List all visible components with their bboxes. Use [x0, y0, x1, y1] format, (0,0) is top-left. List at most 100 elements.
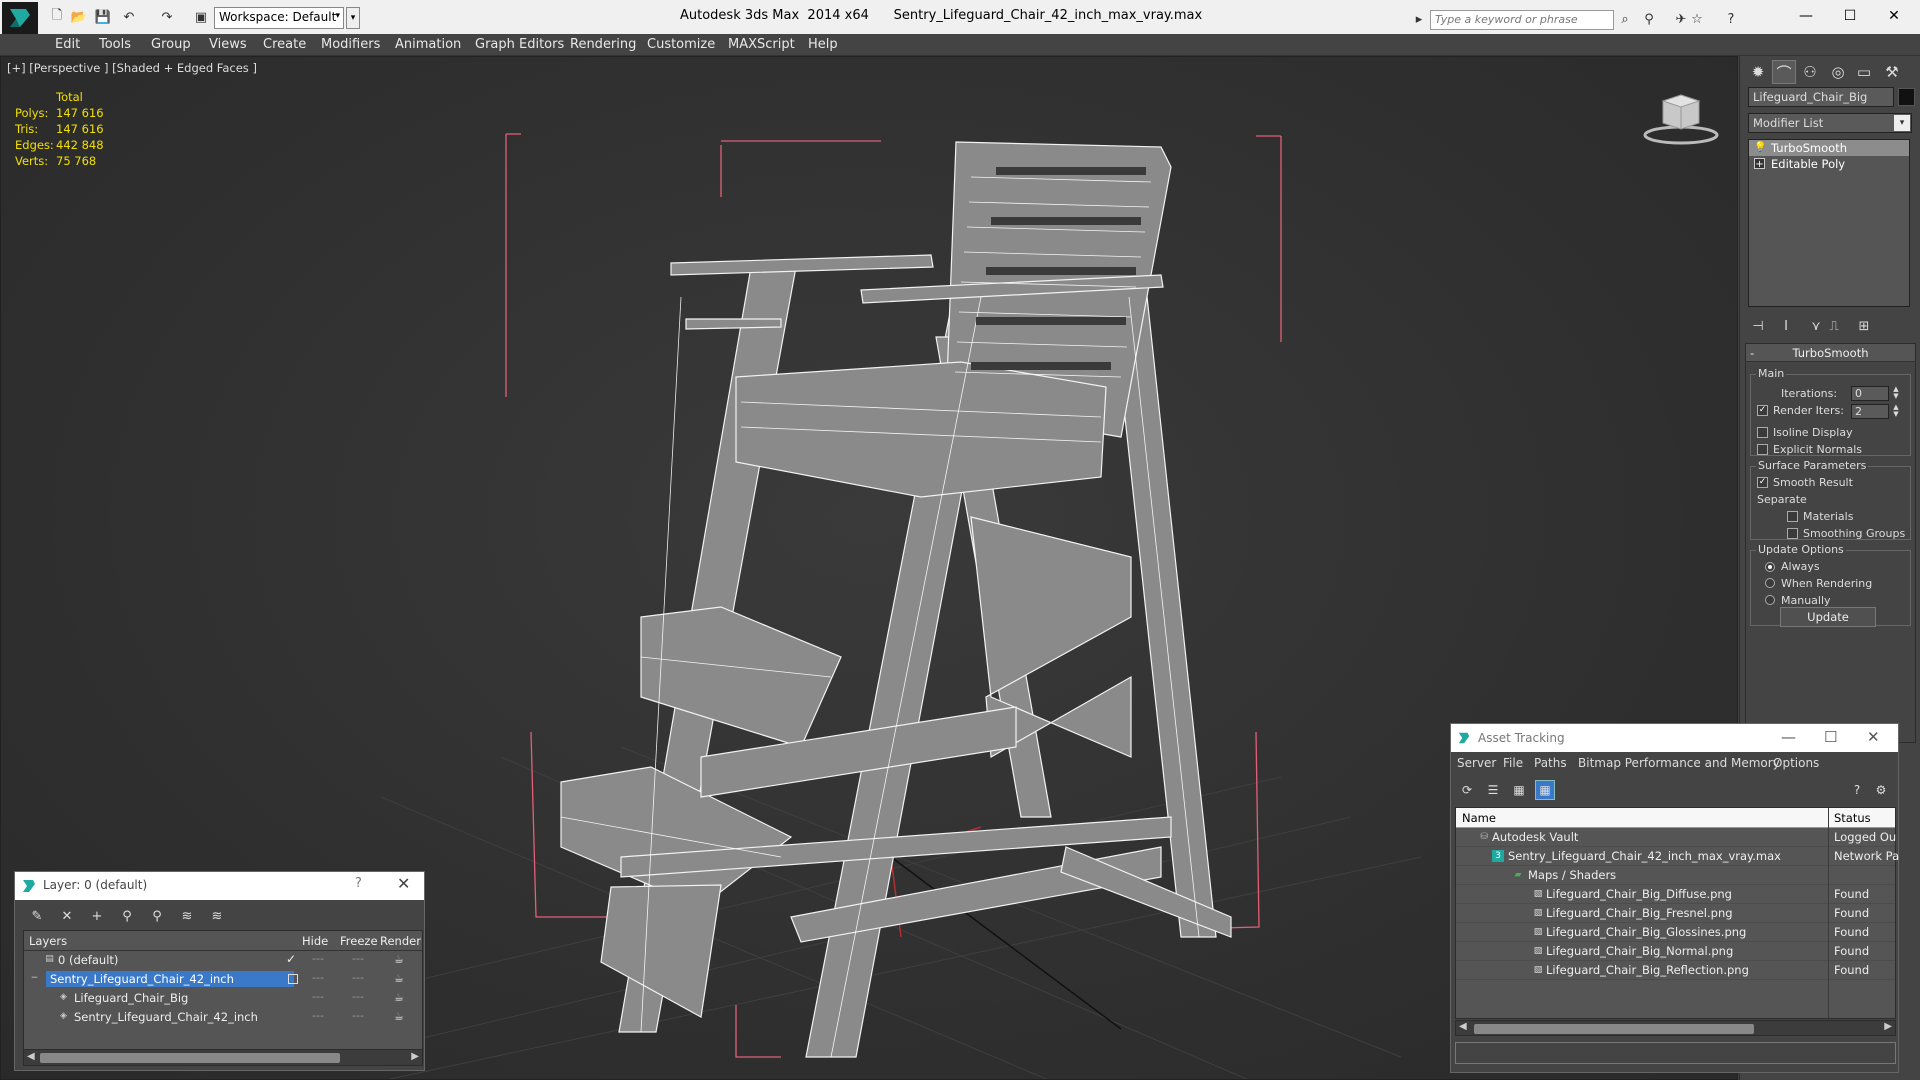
- collapse-minus-icon[interactable]: −: [29, 973, 40, 984]
- always-radio[interactable]: [1765, 562, 1775, 572]
- configure-sets-icon[interactable]: ⊞: [1854, 316, 1874, 336]
- scroll-thumb[interactable]: [40, 1053, 340, 1063]
- menu-rendering[interactable]: Rendering: [570, 37, 636, 52]
- hide-all-icon[interactable]: ≋: [177, 906, 197, 926]
- rollout-header[interactable]: - TurboSmooth: [1746, 344, 1915, 362]
- asset-row[interactable]: ▧ Lifeguard_Chair_Big_Fresnel.png Found: [1456, 904, 1895, 923]
- search-input[interactable]: Type a keyword or phrase: [1430, 10, 1614, 30]
- minimize-icon[interactable]: —: [1781, 728, 1796, 746]
- menu-create[interactable]: Create: [263, 37, 306, 52]
- isoline-display-checkbox[interactable]: [1757, 427, 1768, 438]
- make-unique-icon[interactable]: ⋎: [1806, 316, 1826, 336]
- layer-row[interactable]: ▤ 0 (default) ✓ --- --- ☕: [24, 951, 422, 970]
- manually-radio[interactable]: [1765, 595, 1775, 605]
- modify-tab-icon[interactable]: ⌒: [1772, 60, 1796, 84]
- menu-tools[interactable]: Tools: [99, 37, 131, 52]
- new-layer-icon[interactable]: ✎: [27, 906, 47, 926]
- render-iters-spinner[interactable]: 2: [1851, 404, 1889, 419]
- horizontal-scrollbar[interactable]: ◀ ▶: [1455, 1020, 1896, 1036]
- asset-row[interactable]: ⛁ Autodesk Vault Logged Ou: [1456, 828, 1896, 847]
- smooth-result-checkbox[interactable]: ✓: [1757, 477, 1768, 488]
- set-active-layer-box[interactable]: [288, 974, 298, 984]
- menu-options[interactable]: Options: [1773, 756, 1819, 770]
- render-teapot-icon[interactable]: ☕: [394, 991, 404, 1004]
- viewport-label[interactable]: [+] [Perspective ] [Shaded + Edged Faces…: [7, 61, 257, 75]
- expand-plus-icon[interactable]: +: [1754, 158, 1765, 170]
- help-icon[interactable]: ?: [1847, 780, 1867, 800]
- render-iters-checkbox[interactable]: ✓: [1757, 405, 1768, 416]
- modifier-list-dropdown[interactable]: Modifier List ▾: [1748, 113, 1912, 133]
- highlight-layer-icon[interactable]: ⚲: [147, 906, 167, 926]
- help-icon[interactable]: ?: [1722, 10, 1740, 28]
- help-icon[interactable]: ?: [355, 876, 362, 891]
- hierarchy-tab-icon[interactable]: ⚇: [1798, 60, 1822, 84]
- col-layers[interactable]: Layers: [29, 934, 67, 948]
- thumbnail-view-icon[interactable]: ▦: [1509, 780, 1529, 800]
- menu-customize[interactable]: Customize: [647, 37, 715, 52]
- stack-item-editable-poly[interactable]: + Editable Poly: [1749, 156, 1909, 172]
- active-layer-check-icon[interactable]: ✓: [286, 952, 296, 966]
- menu-help[interactable]: Help: [808, 37, 838, 52]
- workspace-selector[interactable]: Workspace: Default ▾: [214, 7, 344, 29]
- menu-maxscript[interactable]: MAXScript: [728, 37, 795, 52]
- layer-row[interactable]: − Sentry_Lifeguard_Chair_42_inch --- ---…: [24, 970, 422, 989]
- context-help-icon[interactable]: ⚙: [1871, 780, 1891, 800]
- add-to-layer-icon[interactable]: +: [87, 906, 107, 926]
- maximize-icon[interactable]: ☐: [1830, 4, 1870, 28]
- hide-toggle[interactable]: ---: [312, 990, 324, 1003]
- asset-row[interactable]: ▧ Lifeguard_Chair_Big_Normal.png Found: [1456, 942, 1895, 961]
- project-folder-icon[interactable]: ▣: [192, 8, 210, 26]
- motion-tab-icon[interactable]: ◎: [1826, 60, 1850, 84]
- menu-views[interactable]: Views: [209, 37, 247, 52]
- undo-icon[interactable]: ↶: [120, 8, 138, 26]
- display-tab-icon[interactable]: ▭: [1852, 60, 1876, 84]
- asset-row[interactable]: ▧ Lifeguard_Chair_Big_Glossines.png Foun…: [1456, 923, 1895, 942]
- render-teapot-icon[interactable]: ☕: [394, 1010, 404, 1023]
- object-color-swatch[interactable]: [1898, 88, 1915, 106]
- menu-edit[interactable]: Edit: [55, 37, 80, 52]
- minimize-icon[interactable]: —: [1786, 4, 1826, 28]
- viewcube-icon[interactable]: [1641, 87, 1721, 147]
- layer-row[interactable]: ◈ Sentry_Lifeguard_Chair_42_inch --- ---…: [24, 1008, 422, 1027]
- asset-row[interactable]: ▰ Maps / Shaders: [1456, 866, 1895, 885]
- when-rendering-radio[interactable]: [1765, 578, 1775, 588]
- col-render[interactable]: Render: [380, 934, 421, 948]
- maximize-icon[interactable]: ☐: [1824, 728, 1837, 746]
- col-status[interactable]: Status: [1834, 811, 1871, 825]
- save-file-icon[interactable]: 💾: [94, 8, 112, 26]
- show-end-result-icon[interactable]: Ⅰ: [1776, 316, 1796, 336]
- refresh-icon[interactable]: ⟳: [1457, 780, 1477, 800]
- scroll-left-icon[interactable]: ◀: [1459, 1021, 1467, 1032]
- favorites-star-icon[interactable]: ☆: [1688, 10, 1706, 28]
- asset-row[interactable]: ▧ Lifeguard_Chair_Big_Diffuse.png Found: [1456, 885, 1895, 904]
- menu-graph-editors[interactable]: Graph Editors: [475, 37, 564, 52]
- spinner-arrows-icon[interactable]: ▲ ▼: [1891, 386, 1901, 401]
- menu-modifiers[interactable]: Modifiers: [321, 37, 380, 52]
- spinner-arrows-icon[interactable]: ▲ ▼: [1891, 404, 1901, 419]
- scroll-right-icon[interactable]: ▶: [411, 1051, 419, 1062]
- create-tab-icon[interactable]: ✹: [1746, 60, 1770, 84]
- freeze-toggle[interactable]: ---: [352, 952, 364, 965]
- list-view-icon[interactable]: ☰: [1483, 780, 1503, 800]
- update-button[interactable]: Update: [1780, 607, 1876, 627]
- delete-layer-icon[interactable]: ✕: [57, 906, 77, 926]
- horizontal-scrollbar[interactable]: ◀ ▶: [24, 1049, 422, 1065]
- close-icon[interactable]: ✕: [1867, 728, 1880, 746]
- freeze-all-icon[interactable]: ≋: [207, 906, 227, 926]
- table-view-icon[interactable]: ▦: [1535, 780, 1555, 800]
- layer-dialog-titlebar[interactable]: Layer: 0 (default) ? ✕: [15, 872, 424, 900]
- menu-bitmap-performance[interactable]: Bitmap Performance and Memory: [1578, 756, 1780, 770]
- stack-item-turbosmooth[interactable]: 💡 TurboSmooth: [1749, 140, 1909, 156]
- asset-row[interactable]: 3 Sentry_Lifeguard_Chair_42_inch_max_vra…: [1456, 847, 1899, 866]
- expand-search-icon[interactable]: ▸: [1410, 10, 1428, 28]
- materials-checkbox[interactable]: [1787, 511, 1798, 522]
- hide-toggle[interactable]: ---: [312, 1009, 324, 1022]
- app-menu-button[interactable]: [2, 2, 38, 34]
- col-hide[interactable]: Hide: [302, 934, 328, 948]
- freeze-toggle[interactable]: ---: [352, 1009, 364, 1022]
- redo-icon[interactable]: ↷: [158, 8, 176, 26]
- select-objects-icon[interactable]: ⚲: [117, 906, 137, 926]
- menu-paths[interactable]: Paths: [1534, 756, 1567, 770]
- utilities-tab-icon[interactable]: ⚒: [1880, 60, 1904, 84]
- col-name[interactable]: Name: [1462, 811, 1496, 825]
